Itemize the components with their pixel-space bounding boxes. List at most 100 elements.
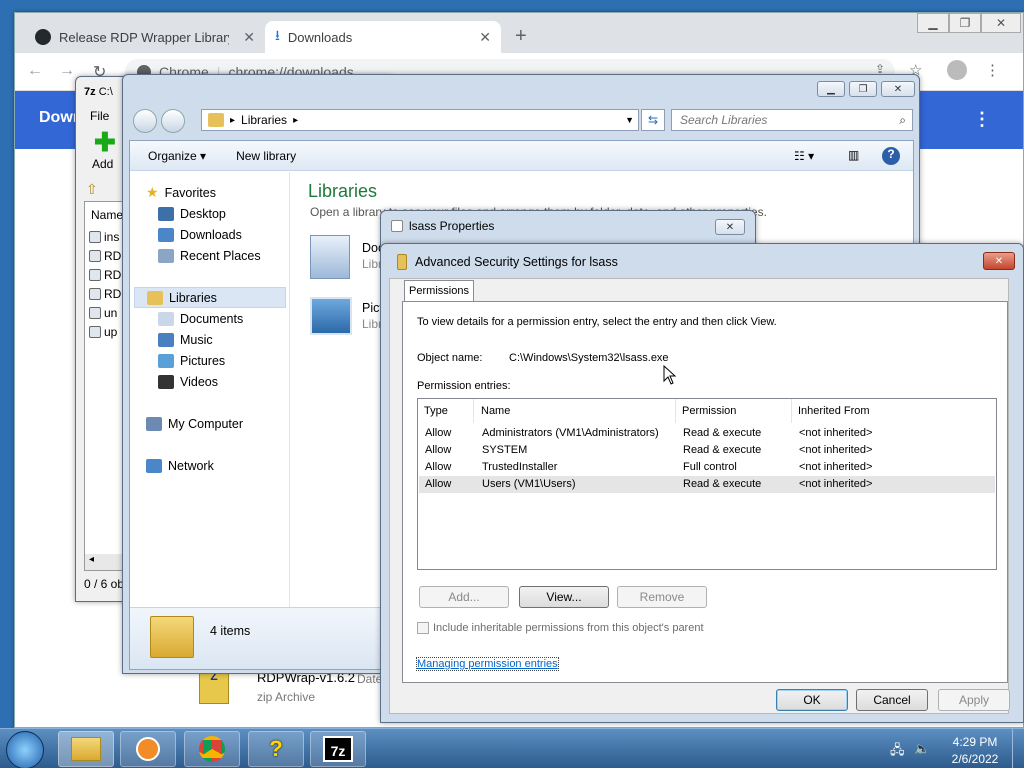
- column-type[interactable]: Type: [418, 399, 474, 423]
- checkbox-box[interactable]: [417, 622, 429, 634]
- address-dropdown-icon[interactable]: ▼: [625, 115, 634, 125]
- view-options-icon[interactable]: ☷ ▾: [794, 149, 814, 163]
- instruction-text: To view details for a permission entry, …: [417, 316, 777, 328]
- taskbar-help[interactable]: ?: [248, 731, 304, 767]
- volume-icon[interactable]: 🔈: [914, 741, 930, 757]
- menu-file[interactable]: File: [90, 109, 109, 123]
- maximize-button[interactable]: ❐: [949, 13, 981, 33]
- taskbar-explorer[interactable]: [58, 731, 114, 767]
- add-button-label[interactable]: Add: [92, 157, 113, 171]
- chrome-icon: [199, 736, 225, 762]
- close-button[interactable]: ✕: [881, 81, 915, 97]
- taskbar-media-player[interactable]: [120, 731, 176, 767]
- clock[interactable]: 4:29 PM 2/6/2022: [944, 735, 1006, 766]
- close-button[interactable]: ✕: [981, 13, 1021, 33]
- help-icon[interactable]: ?: [882, 147, 900, 165]
- profile-avatar[interactable]: [947, 60, 967, 80]
- cancel-button[interactable]: Cancel: [856, 689, 928, 711]
- managing-permissions-link[interactable]: Managing permission entries: [416, 657, 559, 671]
- show-desktop-button[interactable]: [1012, 729, 1024, 768]
- remove-button[interactable]: Remove: [617, 586, 707, 608]
- close-tab-icon[interactable]: ✕: [479, 29, 491, 46]
- downloads-icon: [158, 227, 174, 242]
- nav-item-videos[interactable]: Videos: [130, 371, 218, 392]
- new-library-button[interactable]: New library: [236, 149, 296, 163]
- nav-label: Network: [168, 458, 214, 473]
- cell-permission: Read & execute: [683, 444, 762, 456]
- file-row[interactable]: ins: [89, 230, 119, 244]
- chrome-menu-icon[interactable]: ⋮: [985, 61, 1000, 79]
- chrome-tab-rdpwrap[interactable]: Release RDP Wrapper Library v1. ✕: [25, 21, 265, 53]
- column-permission[interactable]: Permission: [676, 399, 792, 423]
- nav-item-downloads[interactable]: Downloads: [130, 224, 242, 245]
- inherit-permissions-checkbox[interactable]: Include inheritable permissions from thi…: [417, 622, 704, 634]
- downloads-menu-icon[interactable]: ⋮: [973, 109, 991, 130]
- file-row[interactable]: up: [89, 325, 117, 339]
- organize-menu[interactable]: Organize ▾: [148, 149, 206, 163]
- object-name-value: C:\Windows\System32\lsass.exe: [509, 352, 669, 364]
- download-icon: ⭳: [275, 27, 280, 43]
- nav-label: Favorites: [164, 185, 216, 200]
- file-row[interactable]: RD: [89, 287, 121, 301]
- checkbox-label: Include inheritable permissions from thi…: [433, 622, 704, 634]
- permission-row[interactable]: Allow SYSTEM Read & execute <not inherited>: [419, 442, 995, 459]
- tab-title: Downloads: [287, 29, 353, 45]
- permission-row[interactable]: Allow Administrators (VM1\Administrators)…: [419, 425, 995, 442]
- search-icon: ⌕: [899, 112, 906, 127]
- nav-label: Desktop: [180, 206, 226, 221]
- file-row[interactable]: un: [89, 306, 117, 320]
- minimize-button[interactable]: ▁: [817, 81, 845, 97]
- column-name[interactable]: Name: [91, 208, 123, 222]
- ok-button[interactable]: OK: [776, 689, 848, 711]
- maximize-button[interactable]: ❐: [849, 81, 877, 97]
- permission-row[interactable]: Allow TrustedInstaller Full control <not in…: [419, 459, 995, 476]
- nav-network[interactable]: Network: [130, 455, 214, 476]
- close-button[interactable]: ✕: [983, 252, 1015, 270]
- new-tab-button[interactable]: +: [515, 25, 527, 48]
- pictures-library-icon: [310, 297, 352, 335]
- close-tab-icon[interactable]: ✕: [243, 29, 255, 46]
- refresh-icon[interactable]: ⇆: [641, 109, 665, 131]
- back-icon[interactable]: ←: [27, 62, 43, 80]
- command-bar: Organize ▾ New library ☷ ▾ ▥ ?: [130, 141, 913, 171]
- taskbar-7zip[interactable]: 7z: [310, 731, 366, 767]
- preview-pane-icon[interactable]: ▥: [848, 148, 859, 162]
- breadcrumb[interactable]: Libraries: [241, 113, 287, 127]
- apply-button[interactable]: Apply: [938, 689, 1010, 711]
- nav-item-recent-places[interactable]: Recent Places: [130, 245, 261, 266]
- nav-item-documents[interactable]: Documents: [130, 308, 243, 329]
- sevenzip-title-icon: 7z C:\: [84, 86, 113, 98]
- close-button[interactable]: ✕: [715, 219, 745, 235]
- nav-item-pictures[interactable]: Pictures: [130, 350, 225, 371]
- cell-inherited: <not inherited>: [799, 478, 873, 490]
- file-row[interactable]: RD: [89, 268, 121, 282]
- recent-places-icon: [158, 248, 174, 263]
- library-pictures[interactable]: Pict Libr: [308, 291, 388, 345]
- minimize-button[interactable]: ▁: [917, 13, 949, 33]
- nav-my-computer[interactable]: My Computer: [130, 413, 243, 434]
- back-button[interactable]: [133, 109, 157, 133]
- forward-button[interactable]: [161, 109, 185, 133]
- start-button[interactable]: [6, 731, 44, 768]
- taskbar-chrome[interactable]: [184, 731, 240, 767]
- permission-row[interactable]: Allow Users (VM1\Users) Read & execute <not…: [419, 476, 995, 493]
- add-icon[interactable]: ✚: [94, 129, 116, 155]
- address-bar[interactable]: ▸ Libraries ▸ ▼: [201, 109, 639, 131]
- tab-permissions[interactable]: Permissions: [404, 280, 474, 302]
- nav-libraries[interactable]: Libraries: [134, 287, 286, 308]
- nav-item-music[interactable]: Music: [130, 329, 213, 350]
- file-row[interactable]: RD: [89, 249, 121, 263]
- permission-entries-label: Permission entries:: [417, 380, 511, 392]
- up-folder-icon[interactable]: ⇧: [86, 181, 98, 198]
- search-input[interactable]: Search Libraries ⌕: [671, 109, 913, 131]
- network-tray-icon[interactable]: 🖧: [890, 741, 905, 763]
- add-button[interactable]: Add...: [419, 586, 509, 608]
- nav-favorites[interactable]: ★ Favorites: [130, 182, 216, 203]
- chrome-tab-downloads[interactable]: ⭳ Downloads ✕: [265, 21, 501, 53]
- nav-item-desktop[interactable]: Desktop: [130, 203, 226, 224]
- view-button[interactable]: View...: [519, 586, 609, 608]
- forward-icon[interactable]: →: [59, 62, 75, 80]
- column-name[interactable]: Name: [475, 399, 676, 423]
- library-documents[interactable]: Doc Libr: [308, 231, 388, 285]
- column-inherited-from[interactable]: Inherited From: [792, 399, 997, 423]
